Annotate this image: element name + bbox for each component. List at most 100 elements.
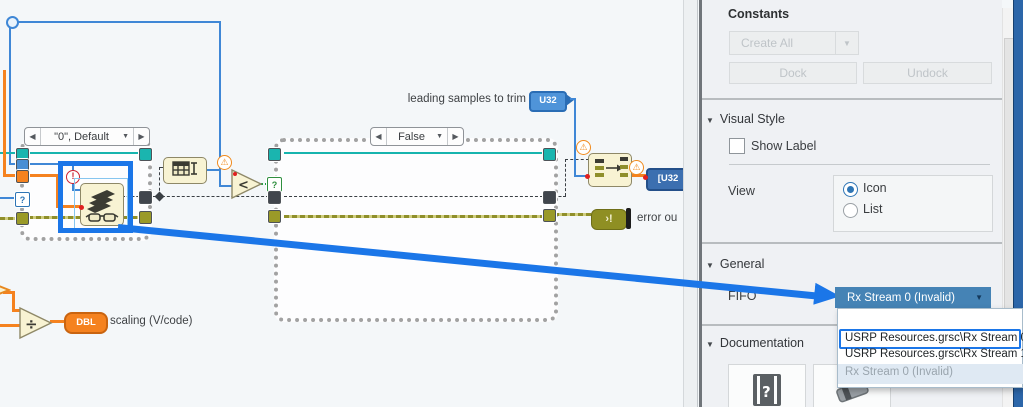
wire-teal-case2[interactable] [284,152,548,154]
case-1-selector-label[interactable]: "0", Default [41,131,122,143]
collapse-icon-3[interactable]: ▼ [706,340,714,349]
case-2-selector-label[interactable]: False [387,131,436,143]
u32-array-terminal[interactable]: [U32 [646,168,683,191]
case-1-next-button[interactable]: ▶ [133,128,149,145]
divide-node[interactable]: ÷ [18,305,54,346]
wire-u32-v[interactable] [574,98,576,177]
leading-samples-label[interactable]: leading samples to trim [390,93,526,105]
tunnel-teal-case2-right[interactable] [543,148,556,161]
list-radio-label[interactable]: List [863,202,882,216]
wire-dashed-out-h[interactable] [565,159,589,160]
error-out-bar-icon [626,208,631,229]
warning-badge-icon: ⚠ [217,155,232,170]
show-label-checkbox[interactable] [729,138,745,154]
wire-orange-left-elbow[interactable] [3,174,17,177]
wire-teal-case1[interactable] [28,152,144,154]
wire-orange-case1-h[interactable] [28,174,59,177]
case-1-selector[interactable]: ◀ "0", Default ▼ ▶ [24,127,150,146]
icon-radio[interactable] [843,182,858,197]
fifo-dropdown-list: USRP Resources.grsc\Rx Stream 0 USRP Res… [837,308,1023,388]
icon-radio-label[interactable]: Icon [863,181,887,195]
broken-input-dot-3 [585,174,590,179]
error-out-label[interactable]: error ou [637,212,677,224]
view-radio-group [833,175,993,232]
tunnel-error-case2-left[interactable] [268,210,281,223]
dropdown-option-2[interactable]: USRP Resources.grsc\Rx Stream 1 [845,348,1021,364]
section-divider-1 [702,98,1002,100]
collapse-icon-1[interactable]: ▼ [706,116,714,125]
wire-dashed-case2[interactable] [284,196,548,197]
scaling-label[interactable]: scaling (V/code) [110,315,192,327]
visual-style-header[interactable]: ▼Visual Style [706,112,785,126]
tunnel-teal-case2-left[interactable] [268,148,281,161]
constants-title: Constants [728,7,789,21]
view-label: View [728,184,755,198]
wire-blue-q-in[interactable] [0,197,16,199]
tunnel-variant-case2-left[interactable] [268,191,281,204]
wire-error-case2[interactable] [284,215,548,218]
create-all-combo[interactable]: Create All [729,31,846,55]
case-2-next-button[interactable]: ▶ [447,128,463,145]
case-1-dropdown-icon[interactable]: ▼ [122,133,133,140]
show-label-text: Show Label [751,139,816,153]
dbl-indicator-terminal[interactable]: DBL [64,312,108,334]
wire-blue-left-vertical[interactable] [9,27,11,164]
wire-error-in[interactable] [0,217,17,220]
svg-text:?: ? [762,383,771,401]
tunnel-teal-right[interactable] [139,148,152,161]
general-header[interactable]: ▼General [706,257,764,271]
wire-dashed-out-v[interactable] [565,159,566,196]
wire-junction-diamond [155,192,165,202]
array-size-node[interactable] [163,157,207,184]
broken-input-dot-4 [643,175,648,180]
case-2-prev-button[interactable]: ◀ [371,128,387,145]
trim-samples-icon [589,154,631,186]
undock-button[interactable]: Undock [863,62,992,84]
fifo-dropdown-arrow-icon: ▼ [975,293,991,302]
dropdown-option-1[interactable]: USRP Resources.grsc\Rx Stream 0 [839,329,1021,349]
tunnel-orange-left[interactable] [16,170,29,183]
splitter-line-2 [697,0,698,407]
panel-splitter[interactable] [684,0,697,407]
warning-badge-icon-2: ⚠ [576,140,591,155]
documentation-header[interactable]: ▼Documentation [706,336,804,350]
create-all-dropdown-icon[interactable]: ▼ [835,31,859,55]
tunnel-variant-case2-right[interactable] [543,191,556,204]
dropdown-option-3[interactable]: Rx Stream 0 (Invalid) [838,364,1023,384]
concepts-button[interactable]: ? [728,364,806,407]
dock-button[interactable]: Dock [729,62,857,84]
help-book-icon: ? [729,365,805,407]
divide-icon: ÷ [18,305,54,341]
u32-terminal-arrow-icon [566,94,574,106]
tunnel-error-left[interactable] [16,212,29,225]
section-divider-2 [702,242,1002,244]
fifo-dropdown-value: Rx Stream 0 (Invalid) [835,292,975,304]
case-1-prev-button[interactable]: ◀ [25,128,41,145]
selection-highlight-box [58,161,133,233]
u32-control-terminal[interactable]: U32 [529,91,567,112]
tunnel-boolean-case2[interactable]: ? [267,177,282,192]
wire-orange-left-vertical[interactable] [3,70,6,176]
fifo-dropdown-button[interactable]: Rx Stream 0 (Invalid) ▼ [835,287,991,308]
tunnel-question-left[interactable]: ? [15,192,30,207]
wire-error-out-seg[interactable] [554,213,592,216]
clipped-node[interactable] [0,279,11,306]
list-radio[interactable] [843,203,858,218]
wire-blue-node2-out[interactable] [205,169,221,171]
tunnel-error-right[interactable] [139,211,152,224]
collapse-icon-2[interactable]: ▼ [706,261,714,270]
case-2-selector[interactable]: ◀ False ▼ ▶ [370,127,464,146]
tunnel-variant-right[interactable] [139,191,152,204]
wire-blue-top[interactable] [11,21,221,23]
tunnel-error-case2-right[interactable] [543,209,556,222]
panel-border [699,0,702,407]
dropdown-row-empty[interactable] [838,309,1022,328]
case-structure-2[interactable] [274,138,558,322]
error-out-node[interactable]: ›! [591,209,627,230]
case-2-dropdown-icon[interactable]: ▼ [436,133,447,140]
broken-input-dot-2 [233,172,237,176]
block-diagram-canvas[interactable]: ◀ "0", Default ▼ ▶ ? [0,0,683,407]
trim-samples-node[interactable] [588,153,632,187]
array-size-icon [164,158,206,183]
wire-junction-dot [6,16,19,29]
